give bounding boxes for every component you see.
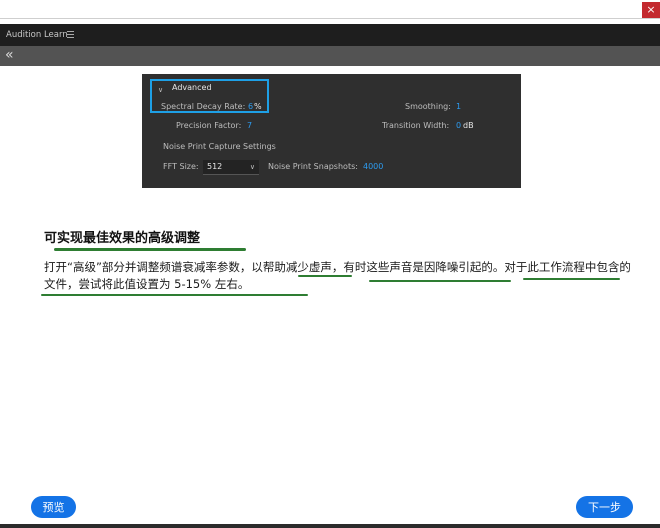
text-underline bbox=[369, 280, 511, 282]
heading-underline bbox=[54, 248, 246, 251]
chevron-down-icon: ∨ bbox=[249, 163, 255, 171]
transition-width-value: 0 bbox=[456, 121, 462, 130]
spectral-decay-unit: % bbox=[254, 102, 262, 111]
fft-size-select: 512 ∨ bbox=[203, 160, 259, 175]
snapshots-value: 4000 bbox=[363, 162, 384, 171]
spectral-decay-value: 6 bbox=[248, 102, 254, 111]
chevron-down-icon: ∨ bbox=[158, 86, 164, 94]
window-top-strip: × bbox=[0, 0, 660, 24]
panel-toolbar: « bbox=[0, 46, 660, 66]
text-underline bbox=[298, 275, 352, 277]
smoothing-label: Smoothing: bbox=[405, 102, 451, 111]
text-underline bbox=[41, 294, 308, 296]
back-double-chevron-icon[interactable]: « bbox=[5, 46, 13, 65]
text-underline bbox=[523, 278, 620, 280]
advanced-settings-screenshot: ∨ Advanced Spectral Decay Rate: 6 % Smoo… bbox=[142, 74, 521, 188]
panel-menu-icon[interactable] bbox=[67, 31, 74, 38]
panel-header: Audition Learn bbox=[0, 24, 660, 46]
smoothing-value: 1 bbox=[456, 102, 462, 111]
capture-settings-label: Noise Print Capture Settings bbox=[163, 142, 276, 151]
bottom-bar bbox=[0, 524, 660, 528]
spectral-decay-label: Spectral Decay Rate: bbox=[161, 102, 246, 111]
panel-title: Audition Learn bbox=[6, 30, 68, 40]
advanced-section-title: Advanced bbox=[172, 83, 212, 92]
precision-factor-value: 7 bbox=[247, 121, 253, 130]
transition-width-label: Transition Width: bbox=[382, 121, 450, 130]
close-window-button[interactable]: × bbox=[642, 2, 660, 18]
next-step-button[interactable]: 下一步 bbox=[576, 496, 633, 518]
window-divider bbox=[0, 18, 660, 19]
transition-width-unit: dB bbox=[463, 121, 474, 130]
precision-factor-label: Precision Factor: bbox=[176, 121, 242, 130]
lesson-heading: 可实现最佳效果的高级调整 bbox=[44, 231, 201, 246]
preview-button[interactable]: 预览 bbox=[31, 496, 76, 518]
fft-size-label: FFT Size: bbox=[163, 162, 199, 171]
snapshots-label: Noise Print Snapshots: bbox=[268, 162, 358, 171]
fft-size-value: 512 bbox=[207, 162, 223, 171]
